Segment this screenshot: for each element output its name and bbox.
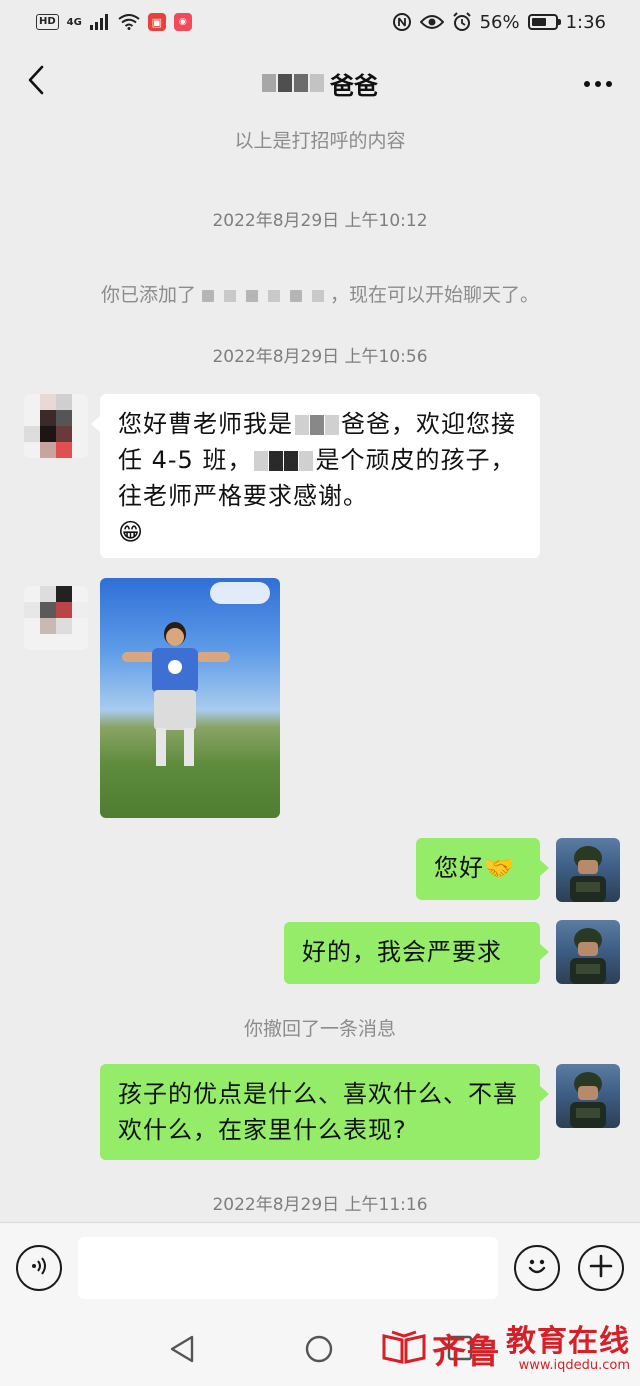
incoming-message[interactable]: 您好曹老师我是 爸爸，欢迎您接任 4-5 班， 是个顽皮的孩子，往老师严格要求感谢。…	[91, 394, 540, 558]
voice-icon	[28, 1255, 50, 1281]
nav-home-circle-icon[interactable]	[304, 1334, 334, 1368]
signal-icon	[89, 14, 110, 30]
watermark-text: 教育在线 www.iqdedu.com	[506, 1323, 630, 1373]
voice-button[interactable]	[16, 1245, 62, 1291]
nfc-icon	[392, 12, 412, 32]
wifi-icon	[118, 14, 140, 30]
plus-button[interactable]	[578, 1245, 624, 1291]
system-navigation: 齐鲁 教育在线 www.iqdedu.com	[0, 1312, 640, 1386]
photo-message[interactable]	[100, 578, 280, 818]
chat-title-text: 爸爸	[330, 71, 378, 100]
photo-detail	[166, 628, 184, 646]
my-avatar[interactable]	[556, 838, 620, 902]
outgoing-message[interactable]: 好的，我会严要求	[284, 922, 549, 984]
watermark: 齐鲁 教育在线 www.iqdedu.com	[382, 1324, 630, 1373]
message-text: 孩子的优点是什么、喜欢什么、不喜欢什么，在家里什么表现?	[118, 1080, 518, 1144]
message-text: 好的，我会严要求	[302, 938, 502, 966]
chevron-left-icon	[27, 65, 45, 99]
status-left: HD 4G ▣ ◉	[36, 13, 192, 31]
nav-back-triangle-icon[interactable]	[168, 1334, 196, 1368]
network-type: 4G	[66, 16, 82, 28]
contact-avatar[interactable]	[24, 586, 88, 650]
greeting-note: 以上是打招呼的内容	[234, 130, 406, 152]
photo-detail	[156, 728, 166, 766]
video-app-icon: ◉	[173, 13, 192, 31]
book-logo-icon	[382, 1330, 426, 1368]
photo-detail	[196, 652, 230, 662]
friend-added-suffix: ，现在可以开始聊天了。	[330, 284, 540, 306]
contact-avatar[interactable]	[24, 394, 88, 458]
photo-detail	[168, 660, 182, 674]
name-mosaic	[262, 74, 324, 92]
emoji-icon	[523, 1252, 551, 1284]
outgoing-message[interactable]: 您好🤝	[416, 838, 549, 900]
grinning-emoji-icon: 😁	[118, 518, 145, 546]
photo-mosaic	[210, 582, 270, 604]
input-bar	[0, 1222, 640, 1312]
more-icon	[583, 73, 613, 92]
timestamp: 2022年8月29日 上午10:12	[212, 211, 428, 231]
recall-note: 你撤回了一条消息	[243, 1018, 396, 1040]
plus-icon	[588, 1253, 614, 1283]
status-bar: HD 4G ▣ ◉ 56% 1:36	[0, 0, 640, 44]
name-mosaic	[295, 415, 339, 435]
watermark-logo: 齐鲁	[432, 1332, 500, 1372]
watermark-url: www.iqdedu.com	[518, 1357, 630, 1373]
photo-detail	[184, 728, 194, 766]
watermark-name: 教育在线	[506, 1323, 630, 1359]
photo-detail	[154, 690, 196, 730]
eye-icon	[419, 14, 444, 30]
name-mosaic	[254, 451, 314, 471]
my-avatar[interactable]	[556, 1064, 620, 1128]
chat-header: 爸爸	[0, 44, 640, 122]
message-input[interactable]	[78, 1237, 498, 1299]
battery-percent: 56%	[479, 11, 520, 33]
battery-level	[531, 18, 547, 26]
friend-added-prefix: 你已添加了	[100, 284, 196, 306]
timestamp: 2022年8月29日 上午11:16	[212, 1195, 428, 1215]
battery-icon	[527, 14, 561, 30]
alarm-icon	[452, 12, 472, 32]
message-text: 您好曹老师我是	[118, 410, 293, 438]
chat-title: 爸爸	[262, 66, 378, 101]
more-button[interactable]	[576, 62, 620, 102]
photo-detail	[122, 652, 156, 662]
message-text: 您好	[434, 854, 484, 882]
timestamp: 2022年8月29日 上午10:56	[212, 347, 428, 367]
clock: 1:36	[565, 11, 606, 33]
notification-app-icon: ▣	[147, 13, 166, 31]
back-button[interactable]	[16, 62, 56, 102]
name-mosaic	[202, 289, 324, 302]
friend-added-note: 你已添加了 ，现在可以开始聊天了。	[0, 280, 640, 307]
status-right: 56% 1:36	[392, 12, 606, 33]
my-avatar[interactable]	[556, 920, 620, 984]
handshake-emoji-icon: 🤝	[484, 854, 515, 882]
emoji-button[interactable]	[514, 1245, 560, 1291]
hd-icon: HD	[36, 14, 59, 30]
outgoing-message[interactable]: 孩子的优点是什么、喜欢什么、不喜欢什么，在家里什么表现?	[100, 1064, 549, 1160]
